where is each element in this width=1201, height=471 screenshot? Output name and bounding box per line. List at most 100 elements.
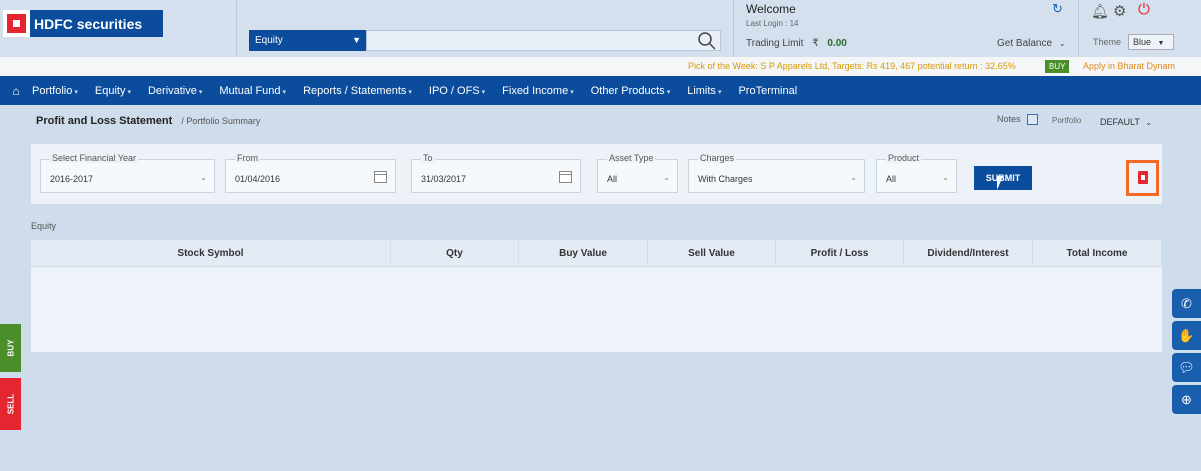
chevron-down-icon: ⌄ bbox=[942, 173, 949, 182]
chevron-down-icon: ▼ bbox=[352, 35, 361, 45]
last-login-text: Last Login : 14 bbox=[746, 19, 799, 28]
side-sell-button[interactable]: SELL bbox=[0, 378, 21, 430]
nav-item-label: Mutual Fund bbox=[219, 84, 281, 97]
news-ticker: Pick of the Week: S P Apparels Ltd, Targ… bbox=[0, 57, 1201, 76]
nav-item-limits[interactable]: Limits ▾ bbox=[687, 85, 721, 97]
asset-type-select[interactable]: Asset Type All ⌄ bbox=[597, 153, 678, 193]
theme-select[interactable]: Blue ▼ bbox=[1128, 34, 1174, 50]
charges-label: Charges bbox=[698, 153, 737, 163]
refresh-icon[interactable]: ↻ bbox=[1052, 1, 1063, 17]
side-buy-button[interactable]: BUY bbox=[0, 324, 21, 372]
hdfc-logo[interactable]: HDFC securities bbox=[3, 10, 163, 37]
nav-item-other-products[interactable]: Other Products ▾ bbox=[591, 85, 671, 97]
chevron-down-icon: ▼ bbox=[1157, 40, 1165, 47]
breadcrumb: Profit and Loss Statement / Portfolio Su… bbox=[36, 115, 260, 127]
caret-down-icon: ▾ bbox=[717, 88, 722, 96]
column-header-profit-loss[interactable]: Profit / Loss bbox=[776, 240, 904, 267]
financial-year-label: Select Financial Year bbox=[50, 153, 139, 163]
table-header: Stock Symbol Qty Buy Value Sell Value Profit… bbox=[31, 240, 1162, 267]
nav-item-ipo-ofs[interactable]: IPO / OFS ▾ bbox=[429, 85, 485, 97]
portfolio-select-value: DEFAULT bbox=[1100, 117, 1140, 127]
search-icon[interactable] bbox=[697, 31, 717, 50]
nav-item-label: IPO / OFS bbox=[428, 84, 480, 97]
column-header-sell-value[interactable]: Sell Value bbox=[648, 240, 776, 267]
nav-item-equity[interactable]: Equity ▾ bbox=[95, 85, 131, 97]
nav-item-label: Limits bbox=[687, 84, 716, 97]
nav-item-fixed-income[interactable]: Fixed Income ▾ bbox=[502, 85, 574, 97]
ticker-action-link[interactable]: Apply in Bharat Dynam bbox=[1083, 57, 1175, 76]
side-sell-label: SELL bbox=[6, 393, 15, 415]
main-nav: ⌂ Portfolio ▾ Equity ▾ Derivative ▾ Mutual Fun… bbox=[0, 76, 1201, 105]
to-date-input[interactable]: To 31/03/2017 bbox=[411, 153, 581, 193]
notes-icon bbox=[1027, 114, 1039, 126]
caret-down-icon: ▾ bbox=[570, 88, 574, 96]
ticker-buy-badge[interactable]: BUY bbox=[1045, 60, 1070, 73]
home-icon[interactable]: ⌂ bbox=[0, 84, 32, 98]
pdf-icon bbox=[1138, 171, 1148, 184]
caret-down-icon: ▾ bbox=[666, 88, 671, 96]
phone-icon[interactable]: ✆ bbox=[1172, 289, 1201, 318]
nav-item-reports-statements[interactable]: Reports / Statements ▾ bbox=[303, 85, 412, 97]
power-icon[interactable]: ⏻ bbox=[1138, 1, 1150, 18]
handshake-icon[interactable]: ✋ bbox=[1172, 321, 1201, 350]
get-balance-label: Get Balance bbox=[997, 38, 1053, 49]
divider bbox=[1078, 0, 1079, 57]
nav-item-label: Equity bbox=[94, 84, 126, 97]
calendar-icon[interactable] bbox=[374, 171, 387, 183]
segment-select-value: Equity bbox=[255, 35, 283, 46]
chevron-down-icon: ⌄ bbox=[1058, 39, 1066, 48]
nav-item-mutual-fund[interactable]: Mutual Fund ▾ bbox=[219, 85, 286, 97]
nav-item-derivative[interactable]: Derivative ▾ bbox=[148, 85, 202, 97]
welcome-text: Welcome bbox=[746, 2, 796, 16]
from-date-value: 01/04/2016 bbox=[235, 174, 281, 184]
globe-icon[interactable]: ⊕ bbox=[1172, 385, 1201, 414]
caret-down-icon: ▾ bbox=[481, 88, 486, 96]
breadcrumb-portfolio-summary[interactable]: / Portfolio Summary bbox=[181, 116, 260, 126]
search-input[interactable] bbox=[366, 30, 721, 51]
submit-button[interactable]: SUBMIT bbox=[974, 166, 1032, 190]
trading-limit: Trading Limit ₹ 0.00 bbox=[746, 38, 847, 49]
nav-item-proterminal[interactable]: ProTerminal bbox=[738, 85, 797, 97]
chevron-down-icon: ⌄ bbox=[200, 173, 207, 182]
pdf-download-button[interactable] bbox=[1126, 160, 1159, 196]
column-header-total-income[interactable]: Total Income bbox=[1033, 240, 1162, 267]
portfolio-select[interactable]: DEFAULT ⌄ bbox=[1100, 117, 1152, 127]
financial-year-value: 2016-2017 bbox=[50, 174, 94, 184]
calendar-icon[interactable] bbox=[559, 171, 572, 183]
get-balance-button[interactable]: Get Balance ⌄ bbox=[997, 38, 1066, 49]
nav-item-portfolio[interactable]: Portfolio ▾ bbox=[32, 85, 78, 97]
top-header: HDFC securities Equity ▼ Welcome Last Lo… bbox=[0, 0, 1201, 57]
theme-select-value: Blue bbox=[1133, 37, 1152, 47]
chat-icon[interactable]: 💬︎ bbox=[1172, 353, 1201, 382]
currency-symbol: ₹ bbox=[812, 38, 819, 49]
bell-icon[interactable]: 🔔︎ bbox=[1091, 3, 1109, 20]
caret-down-icon: ▾ bbox=[74, 88, 78, 96]
mouse-cursor bbox=[997, 176, 1003, 190]
column-header-stock-symbol[interactable]: Stock Symbol bbox=[31, 240, 391, 267]
segment-select[interactable]: Equity ▼ bbox=[249, 30, 366, 51]
page-title: Profit and Loss Statement bbox=[36, 115, 173, 127]
gear-icon[interactable]: ⚙ bbox=[1113, 2, 1126, 20]
column-header-qty[interactable]: Qty bbox=[391, 240, 519, 267]
to-date-value: 31/03/2017 bbox=[421, 174, 467, 184]
section-label: Equity bbox=[31, 221, 57, 231]
product-value: All bbox=[886, 174, 897, 184]
from-date-input[interactable]: From 01/04/2016 bbox=[225, 153, 396, 193]
nav-item-label: Other Products bbox=[590, 84, 665, 97]
filter-panel: Select Financial Year 2016-2017 ⌄ From 0… bbox=[31, 144, 1162, 204]
notes-button[interactable]: Notes bbox=[997, 114, 1039, 126]
from-label: From bbox=[235, 153, 260, 163]
divider bbox=[733, 0, 734, 57]
logo-mark-icon bbox=[3, 10, 30, 37]
chevron-down-icon: ⌄ bbox=[663, 173, 670, 182]
financial-year-select[interactable]: Select Financial Year 2016-2017 ⌄ bbox=[40, 153, 215, 193]
logo-text: HDFC securities bbox=[34, 15, 143, 32]
column-header-dividend-interest[interactable]: Dividend/Interest bbox=[904, 240, 1033, 267]
product-select[interactable]: Product All ⌄ bbox=[876, 153, 957, 193]
column-header-buy-value[interactable]: Buy Value bbox=[519, 240, 648, 267]
asset-type-value: All bbox=[607, 174, 618, 184]
portfolio-label: Portfolio bbox=[1052, 116, 1082, 125]
charges-select[interactable]: Charges With Charges ⌄ bbox=[688, 153, 865, 193]
charges-value: With Charges bbox=[698, 174, 753, 184]
theme-label: Theme bbox=[1093, 37, 1122, 47]
